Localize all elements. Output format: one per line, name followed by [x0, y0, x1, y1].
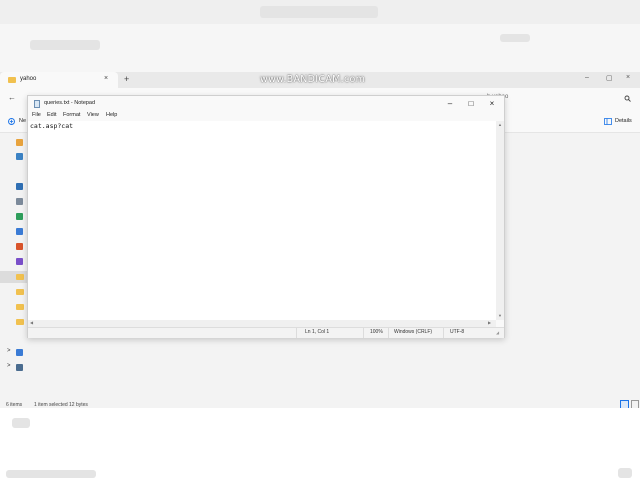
background-item-blur: [30, 40, 100, 50]
home-icon[interactable]: [16, 139, 23, 146]
scroll-down-arrow-icon[interactable]: ▼: [498, 313, 502, 318]
folder-icon[interactable]: [16, 274, 24, 280]
menu-format[interactable]: Format: [63, 112, 80, 118]
notepad-statusbar: Ln 1, Col 1 100% Windows (CRLF) UTF-8 ◢: [28, 327, 504, 338]
pictures-icon[interactable]: [16, 228, 23, 235]
background-item-blur: [6, 470, 96, 478]
scroll-up-arrow-icon[interactable]: ▲: [498, 122, 502, 127]
desktop-icon[interactable]: [16, 183, 23, 190]
details-pane-icon[interactable]: [604, 118, 612, 125]
background-window: [0, 0, 640, 72]
videos-icon[interactable]: [16, 258, 23, 265]
documents-icon[interactable]: [16, 198, 23, 205]
notepad-title: queries.txt - Notepad: [44, 100, 96, 106]
maximize-button[interactable]: ▢: [606, 74, 613, 82]
tab-close-button[interactable]: ×: [104, 75, 108, 82]
scroll-right-arrow-icon[interactable]: ▶: [488, 320, 491, 325]
tab-title: yahoo: [20, 76, 37, 82]
close-button[interactable]: ×: [626, 74, 630, 81]
notepad-content: cat.asp?cat: [30, 122, 74, 130]
menu-view[interactable]: View: [87, 112, 99, 118]
details-button[interactable]: Details: [615, 118, 632, 124]
status-divider: [443, 328, 444, 338]
notepad-icon: [34, 100, 40, 108]
music-icon[interactable]: [16, 243, 23, 250]
notepad-menubar: File Edit Format View Help: [28, 111, 504, 121]
folder-icon[interactable]: [16, 289, 24, 295]
expand-this-pc-chevron[interactable]: >: [7, 348, 11, 354]
menu-file[interactable]: File: [32, 112, 41, 118]
horizontal-scrollbar[interactable]: ◀ ▶: [28, 320, 496, 327]
notepad-close-button[interactable]: ×: [482, 97, 502, 110]
vertical-scrollbar[interactable]: ▲ ▼: [496, 121, 504, 320]
status-divider: [296, 328, 297, 338]
new-button-label[interactable]: Ne: [19, 118, 26, 124]
menu-help[interactable]: Help: [106, 112, 117, 118]
back-button[interactable]: ←: [8, 93, 16, 102]
notepad-titlebar[interactable]: queries.txt - Notepad – □ ×: [28, 96, 504, 111]
resize-grip-icon[interactable]: ◢: [496, 330, 499, 335]
line-ending: Windows (CRLF): [394, 329, 433, 335]
new-tab-button[interactable]: +: [124, 74, 129, 84]
background-item-blur: [618, 468, 632, 478]
status-divider: [363, 328, 364, 338]
background-area: [0, 408, 640, 480]
notepad-text-area[interactable]: cat.asp?cat: [28, 121, 496, 320]
bandicam-watermark: www.BANDICAM.com: [260, 74, 366, 85]
background-item-blur: [12, 418, 30, 428]
downloads-icon[interactable]: [16, 213, 23, 220]
gallery-icon[interactable]: [16, 153, 23, 160]
cursor-position: Ln 1, Col 1: [305, 329, 330, 335]
folder-icon: [8, 77, 16, 83]
menu-edit[interactable]: Edit: [47, 112, 56, 118]
navigation-pane: > >: [0, 132, 28, 402]
new-icon[interactable]: [8, 118, 15, 125]
tab-yahoo[interactable]: yahoo ×: [0, 72, 118, 88]
zoom-level: 100%: [370, 329, 383, 335]
search-icon[interactable]: [624, 95, 631, 102]
background-item-blur: [500, 34, 530, 42]
notepad-minimize-button[interactable]: –: [440, 97, 460, 110]
status-divider: [388, 328, 389, 338]
background-address-blur: [260, 6, 378, 18]
notepad-maximize-button[interactable]: □: [461, 97, 481, 110]
encoding: UTF-8: [450, 329, 465, 335]
network-icon[interactable]: [16, 364, 23, 371]
folder-icon[interactable]: [16, 319, 24, 325]
folder-icon[interactable]: [16, 304, 24, 310]
expand-network-chevron[interactable]: >: [7, 363, 11, 369]
notepad-window: queries.txt - Notepad – □ × File Edit Fo…: [27, 95, 505, 338]
this-pc-icon[interactable]: [16, 349, 23, 356]
scroll-left-arrow-icon[interactable]: ◀: [30, 320, 33, 325]
minimize-button[interactable]: –: [585, 74, 589, 81]
